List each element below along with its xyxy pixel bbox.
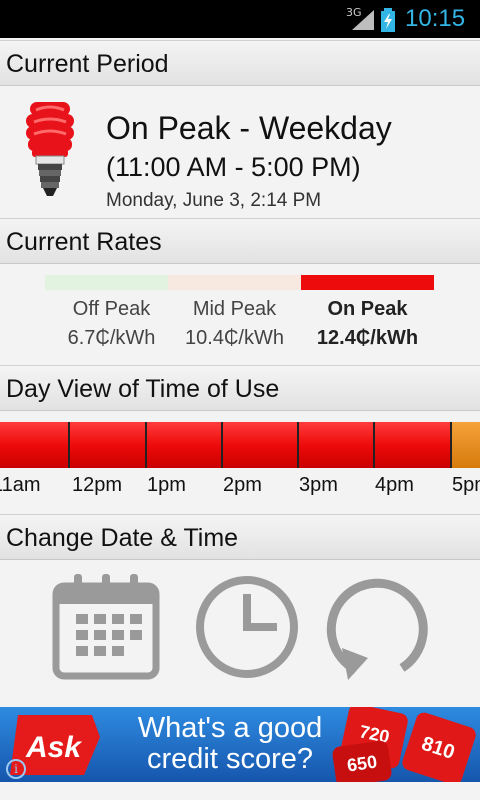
mid-peak-block <box>451 422 480 468</box>
change-date-header: Change Date & Time <box>0 514 480 560</box>
rate-value: 12.4₵/kWh <box>316 327 419 349</box>
rate-name: Mid Peak <box>192 298 277 320</box>
refresh-icon[interactable] <box>322 574 430 686</box>
rate-mid-peak: Mid Peak 10.4₵/kWh <box>168 275 301 350</box>
period-hours: (11:00 AM - 5:00 PM) <box>106 152 361 182</box>
rate-value: 10.4₵/kWh <box>185 327 284 349</box>
hour-label-3pm: 3pm <box>299 474 338 496</box>
battery-charging-icon <box>381 8 395 32</box>
rate-on-peak: On Peak 12.4₵/kWh <box>301 275 434 350</box>
current-period-title: Current Period <box>6 50 169 78</box>
hour-label-11am: 11am <box>0 474 41 496</box>
ad-line-1: What's a good <box>137 712 323 744</box>
period-title: On Peak - Weekday <box>106 110 392 146</box>
status-bar: 3G 10:15 <box>0 0 480 38</box>
rate-bar-off-peak <box>45 275 178 290</box>
hour-label-2pm: 2pm <box>223 474 262 496</box>
change-date-title: Change Date & Time <box>6 524 239 552</box>
current-period-header: Current Period <box>0 40 480 86</box>
calendar-icon[interactable] <box>52 570 160 680</box>
ad-banner[interactable]: Ask What's a good credit score? 720 650 … <box>0 707 480 782</box>
rate-value: 6.7₵/kWh <box>67 327 156 349</box>
on-peak-block <box>0 422 451 468</box>
current-rates-header: Current Rates <box>0 218 480 264</box>
rate-bar-on-peak <box>301 275 434 290</box>
rate-name: On Peak <box>327 298 408 320</box>
ad-headline: What's a good credit score? <box>120 713 340 775</box>
credit-score-dice: 720 650 810 <box>332 707 476 782</box>
hour-label-12pm: 12pm <box>72 474 123 496</box>
day-view-title: Day View of Time of Use <box>6 375 280 403</box>
signal-icon <box>352 10 374 30</box>
dice-score-2: 650 <box>346 752 379 776</box>
day-view-header: Day View of Time of Use <box>0 365 480 411</box>
hour-label-5pm: 5pm <box>452 474 480 496</box>
period-date: Monday, June 3, 2:14 PM <box>106 190 322 211</box>
rate-name: Off Peak <box>72 298 151 320</box>
status-clock: 10:15 <box>405 5 466 32</box>
ask-logo-text: Ask <box>25 731 82 764</box>
current-rates-title: Current Rates <box>6 228 162 256</box>
rate-bar-mid-peak <box>168 275 301 290</box>
hour-label-4pm: 4pm <box>375 474 414 496</box>
hour-label-1pm: 1pm <box>147 474 186 496</box>
rate-off-peak: Off Peak 6.7₵/kWh <box>45 275 178 350</box>
ad-line-2: credit score? <box>146 743 313 775</box>
time-of-use-timeline[interactable] <box>0 422 480 468</box>
clock-icon[interactable] <box>194 574 300 680</box>
lightbulb-icon <box>26 102 74 196</box>
ad-info-icon[interactable]: i <box>6 759 26 779</box>
